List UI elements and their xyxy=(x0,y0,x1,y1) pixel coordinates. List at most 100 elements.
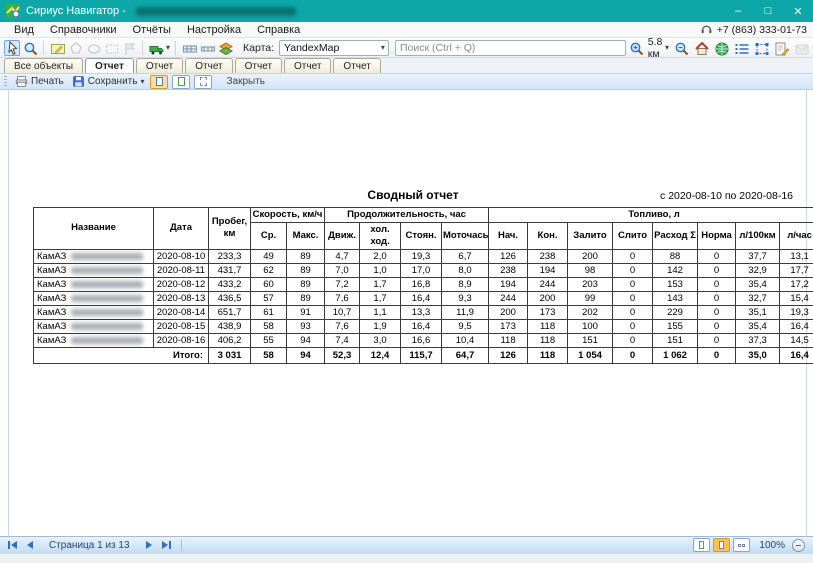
tab-report-6[interactable]: Отчет xyxy=(333,58,380,73)
zoom-out-button[interactable] xyxy=(792,539,805,552)
col-dur-stop: Стоян. xyxy=(401,222,442,249)
print-button[interactable]: Печать xyxy=(13,75,66,88)
maximize-button[interactable]: □ xyxy=(753,0,783,22)
value-cell: 15,4 xyxy=(780,291,813,305)
main-toolbar: ▾ Карта: YandexMap ▾ 5.8 км ▾ xyxy=(0,38,813,58)
table-row: КамАЗ2020-08-16406,255947,43,016,610,411… xyxy=(34,333,813,347)
value-cell: 0 xyxy=(698,305,736,319)
table-row: КамАЗ2020-08-14651,7619110,71,113,311,92… xyxy=(34,305,813,319)
value-cell: 0 xyxy=(698,277,736,291)
table-row: КамАЗ2020-08-12433,260897,21,716,88,9194… xyxy=(34,277,813,291)
tabbar: Все объектыОтчетОтчетОтчетОтчетОтчетОтче… xyxy=(0,58,813,74)
vehicle-icon[interactable] xyxy=(148,40,164,56)
value-cell: 89 xyxy=(287,263,325,277)
map-label: Карта: xyxy=(243,42,274,54)
value-cell: 200 xyxy=(489,305,528,319)
value-cell: 143 xyxy=(653,291,698,305)
value-cell: 431,7 xyxy=(209,263,251,277)
track-table-icon[interactable] xyxy=(181,40,197,56)
value-cell: 2020-08-10 xyxy=(154,249,209,263)
value-cell: 10,4 xyxy=(442,333,489,347)
search-input[interactable] xyxy=(395,40,626,56)
zoom-in-icon[interactable] xyxy=(628,40,644,56)
list-icon[interactable] xyxy=(733,40,749,56)
value-cell: 91 xyxy=(287,305,325,319)
col-fuel-filled: Залито xyxy=(568,222,613,249)
layers-icon[interactable] xyxy=(217,40,233,56)
tab-report-2[interactable]: Отчет xyxy=(136,58,183,73)
close-report-button[interactable]: Закрыть xyxy=(226,76,265,87)
total-row: Итого:3 031589452,312,4115,764,71261181 … xyxy=(34,347,813,363)
polygon-tool-icon xyxy=(67,40,83,56)
col-group-duration: Продолжительность, час xyxy=(325,208,489,223)
globe-icon[interactable] xyxy=(713,40,729,56)
area-select-icon[interactable] xyxy=(753,40,769,56)
value-cell: 60 xyxy=(251,277,287,291)
left-splitter[interactable] xyxy=(8,90,9,536)
redacted-plate xyxy=(71,267,143,274)
report-toolbar: Печать Сохранить ▾ Закрыть xyxy=(0,74,813,90)
tab-report-4[interactable]: Отчет xyxy=(235,58,282,73)
next-page-button[interactable] xyxy=(141,539,157,552)
tab-report-5[interactable]: Отчет xyxy=(284,58,331,73)
col-speed-avg: Ср. xyxy=(251,222,287,249)
prev-page-button[interactable] xyxy=(22,539,38,552)
col-fuel-start: Нач. xyxy=(489,222,528,249)
value-cell: 9,5 xyxy=(442,319,489,333)
menu-item-4[interactable]: Настройка xyxy=(179,24,249,36)
report-page: Сводный отчет с 2020-08-10 по 2020-08-16… xyxy=(33,188,793,364)
fit-page-toggle[interactable] xyxy=(172,75,190,89)
value-cell: 55 xyxy=(251,333,287,347)
value-cell: 0 xyxy=(613,319,653,333)
value-cell: 0 xyxy=(613,305,653,319)
report-header: Сводный отчет с 2020-08-10 по 2020-08-16 xyxy=(33,188,793,204)
page-view-toggle[interactable] xyxy=(150,75,168,89)
margins-toggle[interactable] xyxy=(194,75,212,89)
first-page-button[interactable] xyxy=(4,539,20,552)
value-cell: 9,3 xyxy=(442,291,489,305)
edit-note-icon[interactable] xyxy=(773,40,789,56)
vehicle-name-cell: КамАЗ xyxy=(34,305,154,319)
value-cell: 3,0 xyxy=(360,333,401,347)
total-value-cell: 16,4 xyxy=(780,347,813,363)
vehicle-name-cell: КамАЗ xyxy=(34,263,154,277)
save-button[interactable]: Сохранить ▾ xyxy=(70,75,147,88)
ruler-icon[interactable] xyxy=(199,40,215,56)
tab-report-1[interactable]: Отчет xyxy=(85,58,134,73)
zoom-out-icon[interactable] xyxy=(673,40,689,56)
last-page-button[interactable] xyxy=(159,539,175,552)
thumbnails-view-button[interactable] xyxy=(733,538,750,552)
edit-geozone-icon[interactable] xyxy=(49,40,65,56)
vehicle-dropdown-caret[interactable]: ▾ xyxy=(166,44,170,52)
menu-item-5[interactable]: Справка xyxy=(249,24,308,36)
tab-report-3[interactable]: Отчет xyxy=(185,58,232,73)
one-page-view-button[interactable] xyxy=(693,538,710,552)
margins-icon xyxy=(200,77,207,86)
save-dropdown-caret[interactable]: ▾ xyxy=(140,78,144,86)
tab-all-objects[interactable]: Все объекты xyxy=(4,58,83,73)
value-cell: 2020-08-12 xyxy=(154,277,209,291)
col-fuel-perhour: л/час xyxy=(780,222,813,249)
value-cell: 37,7 xyxy=(736,249,780,263)
value-cell: 7,6 xyxy=(325,319,360,333)
page-width-view-button[interactable] xyxy=(713,538,730,552)
menu-item-1[interactable]: Вид xyxy=(6,24,42,36)
page-indicator: Страница 1 из 13 xyxy=(40,540,139,551)
value-cell: 153 xyxy=(653,277,698,291)
menu-item-2[interactable]: Справочники xyxy=(42,24,125,36)
map-scale-select[interactable]: 5.8 км ▾ xyxy=(648,36,669,60)
pan-tool-icon[interactable] xyxy=(4,40,20,56)
map-select[interactable]: YandexMap ▾ xyxy=(279,40,389,56)
home-icon[interactable] xyxy=(693,40,709,56)
value-cell: 100 xyxy=(568,319,613,333)
zoom-window-icon[interactable] xyxy=(22,40,38,56)
vehicle-name-cell: КамАЗ xyxy=(34,291,154,305)
minimize-button[interactable]: – xyxy=(723,0,753,22)
value-cell: 62 xyxy=(251,263,287,277)
redacted-plate xyxy=(71,295,143,302)
map-controls: 5.8 км ▾ xyxy=(628,36,809,60)
redacted-plate xyxy=(71,253,143,260)
menu-item-3[interactable]: Отчёты xyxy=(125,24,179,36)
value-cell: 4,7 xyxy=(325,249,360,263)
close-button[interactable]: ✕ xyxy=(783,0,813,22)
